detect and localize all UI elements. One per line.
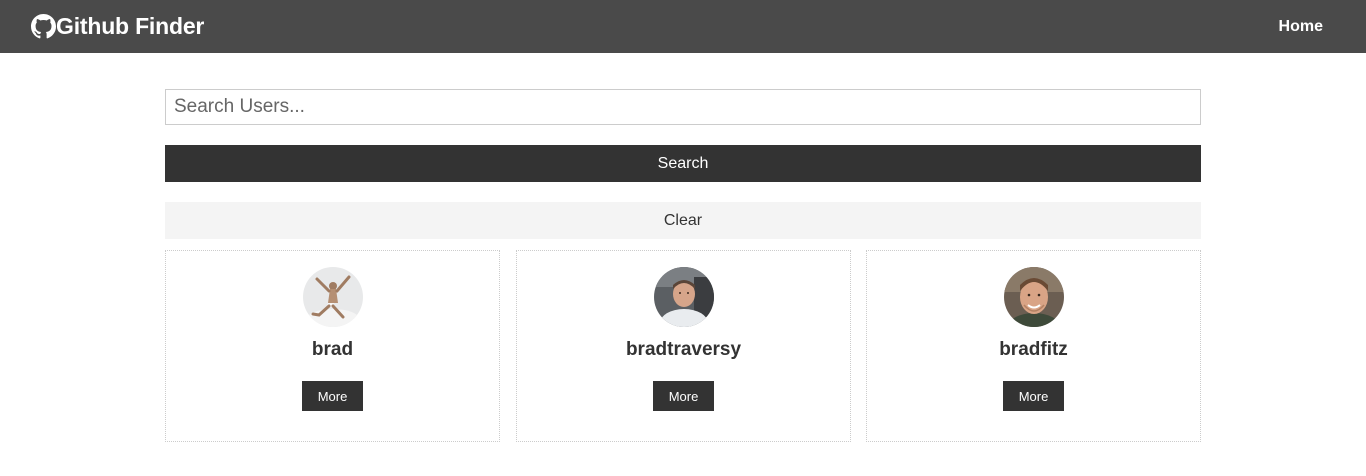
- user-card: bradtraversy More: [516, 250, 851, 442]
- github-icon: [31, 14, 56, 39]
- clear-button[interactable]: Clear: [165, 202, 1201, 239]
- avatar: [302, 267, 363, 327]
- more-button[interactable]: More: [1003, 381, 1064, 411]
- app-title: Github Finder: [56, 13, 205, 39]
- navbar: Github Finder Home: [0, 0, 1366, 53]
- avatar: [1003, 267, 1064, 327]
- search-button[interactable]: Search: [165, 145, 1201, 182]
- search-input[interactable]: [165, 89, 1201, 125]
- username: bradfitz: [999, 339, 1068, 360]
- more-button[interactable]: More: [302, 381, 363, 411]
- nav-home-link[interactable]: Home: [1279, 18, 1323, 36]
- avatar: [653, 267, 714, 327]
- brand[interactable]: Github Finder: [31, 13, 204, 40]
- username: brad: [311, 339, 354, 360]
- user-card: bradfitz More: [866, 250, 1201, 442]
- more-button[interactable]: More: [653, 381, 714, 411]
- username: bradtraversy: [625, 339, 742, 360]
- user-card: brad More: [165, 250, 500, 442]
